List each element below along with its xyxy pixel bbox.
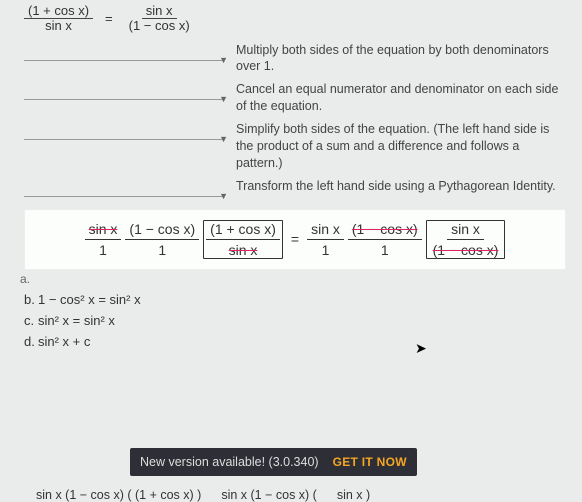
r1-den: 1 [318,240,334,258]
chevron-down-icon[interactable]: ▼ [219,134,228,144]
step-text-4: Transform the left hand side using a Pyt… [228,178,582,195]
worked-equation-panel: sin x1 (1 − cos x)1 (1 + cos x)sin x = s… [24,209,566,270]
toast-message: New version available! (3.0.340) [140,455,319,469]
choice-c[interactable]: c.sin² x = sin² x [24,313,582,328]
l2-den: 1 [154,240,170,258]
step-text-3: Simplify both sides of the equation. (Th… [228,121,582,172]
step-text-1: Multiply both sides of the equation by b… [228,42,582,76]
original-equation: (1 + cos x) sin x = sin x (1 − cos x) [0,0,582,36]
l3-num: (1 + cos x) [206,221,280,240]
step-blank-2[interactable]: ▼ [24,81,224,100]
lhs-numerator: (1 + cos x) [24,4,93,19]
panel-equals: = [291,231,299,247]
get-it-now-button[interactable]: GET IT NOW [333,455,407,469]
chevron-down-icon[interactable]: ▼ [219,55,228,65]
l2-num: (1 − cos x) [125,221,199,240]
r1-num: sin x [307,221,344,240]
choice-d[interactable]: d.sin² x + c [24,334,582,349]
chevron-down-icon[interactable]: ▼ [219,191,228,201]
step-blank-3[interactable]: ▼ [24,121,224,140]
r3-den: (1 − cos x) [429,240,503,258]
l1-num: sin x [85,221,122,240]
chevron-down-icon[interactable]: ▼ [219,94,228,104]
l1-den: 1 [95,240,111,258]
step-text-2: Cancel an equal numerator and denominato… [228,81,582,115]
step-blank-1[interactable]: ▼ [24,42,224,61]
equals-sign: = [105,11,113,26]
rhs-denominator: (1 − cos x) [125,19,194,33]
step-blank-4[interactable]: ▼ [24,178,224,197]
option-a-label: a. [20,272,582,286]
update-toast: New version available! (3.0.340) GET IT … [130,448,417,476]
choice-b[interactable]: b.1 − cos² x = sin² x [24,292,582,307]
cursor-icon: ➤ [415,340,427,357]
r2-num: (1 − cos x) [348,221,422,240]
lhs-denominator: sin x [41,19,76,33]
l3-den: sin x [225,240,262,258]
answer-choices: b.1 − cos² x = sin² x c.sin² x = sin² x … [24,292,582,349]
r2-den: 1 [377,240,393,258]
r3-num: sin x [447,221,484,240]
step-list: ▼ Multiply both sides of the equation by… [0,42,582,197]
rhs-numerator: sin x [142,4,177,19]
